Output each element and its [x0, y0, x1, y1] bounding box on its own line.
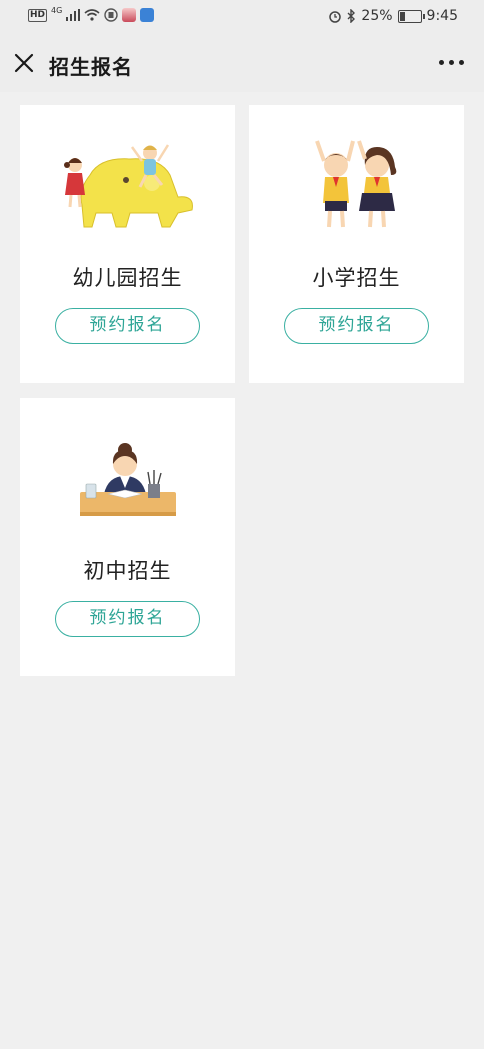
- signal-icon: [66, 9, 81, 21]
- hd-badge: HD: [28, 8, 48, 22]
- card-title: 初中招生: [83, 559, 172, 583]
- app-blue-icon: [140, 8, 155, 22]
- clock: 9:45: [426, 8, 458, 24]
- app-avatar-icon: [122, 8, 137, 22]
- network-type: 4G: [51, 5, 63, 15]
- nav-bar: 招生报名: [0, 34, 484, 92]
- reserve-button[interactable]: 预约报名: [284, 308, 429, 344]
- bluetooth-icon: [347, 9, 356, 23]
- battery-percent: 25%: [361, 8, 393, 24]
- alarm-icon: [329, 11, 342, 23]
- more-icon[interactable]: [439, 60, 464, 65]
- status-right: 25% 9:45: [328, 8, 458, 24]
- battery-icon: [397, 9, 425, 23]
- kindergarten-illustration: [64, 144, 193, 228]
- card-primary-school: 小学招生 预约报名: [249, 105, 464, 383]
- reserve-button[interactable]: 预约报名: [55, 308, 200, 344]
- card-title: 幼儿园招生: [72, 266, 183, 290]
- status-left: HD 4G: [28, 5, 155, 22]
- status-bar: HD 4G 25% 9:45: [0, 0, 484, 34]
- close-icon[interactable]: [12, 51, 36, 75]
- junior-high-illustration: [80, 443, 176, 516]
- card-kindergarten: 幼儿园招生 预约报名: [20, 105, 235, 383]
- card-junior-high: 初中招生 预约报名: [20, 398, 235, 676]
- reserve-button[interactable]: 预约报名: [55, 601, 200, 637]
- app-notification-icon: [104, 8, 119, 22]
- primary-school-illustration: [315, 140, 397, 228]
- wifi-icon: [84, 9, 100, 21]
- card-title: 小学招生: [312, 266, 401, 290]
- page-title: 招生报名: [49, 55, 133, 79]
